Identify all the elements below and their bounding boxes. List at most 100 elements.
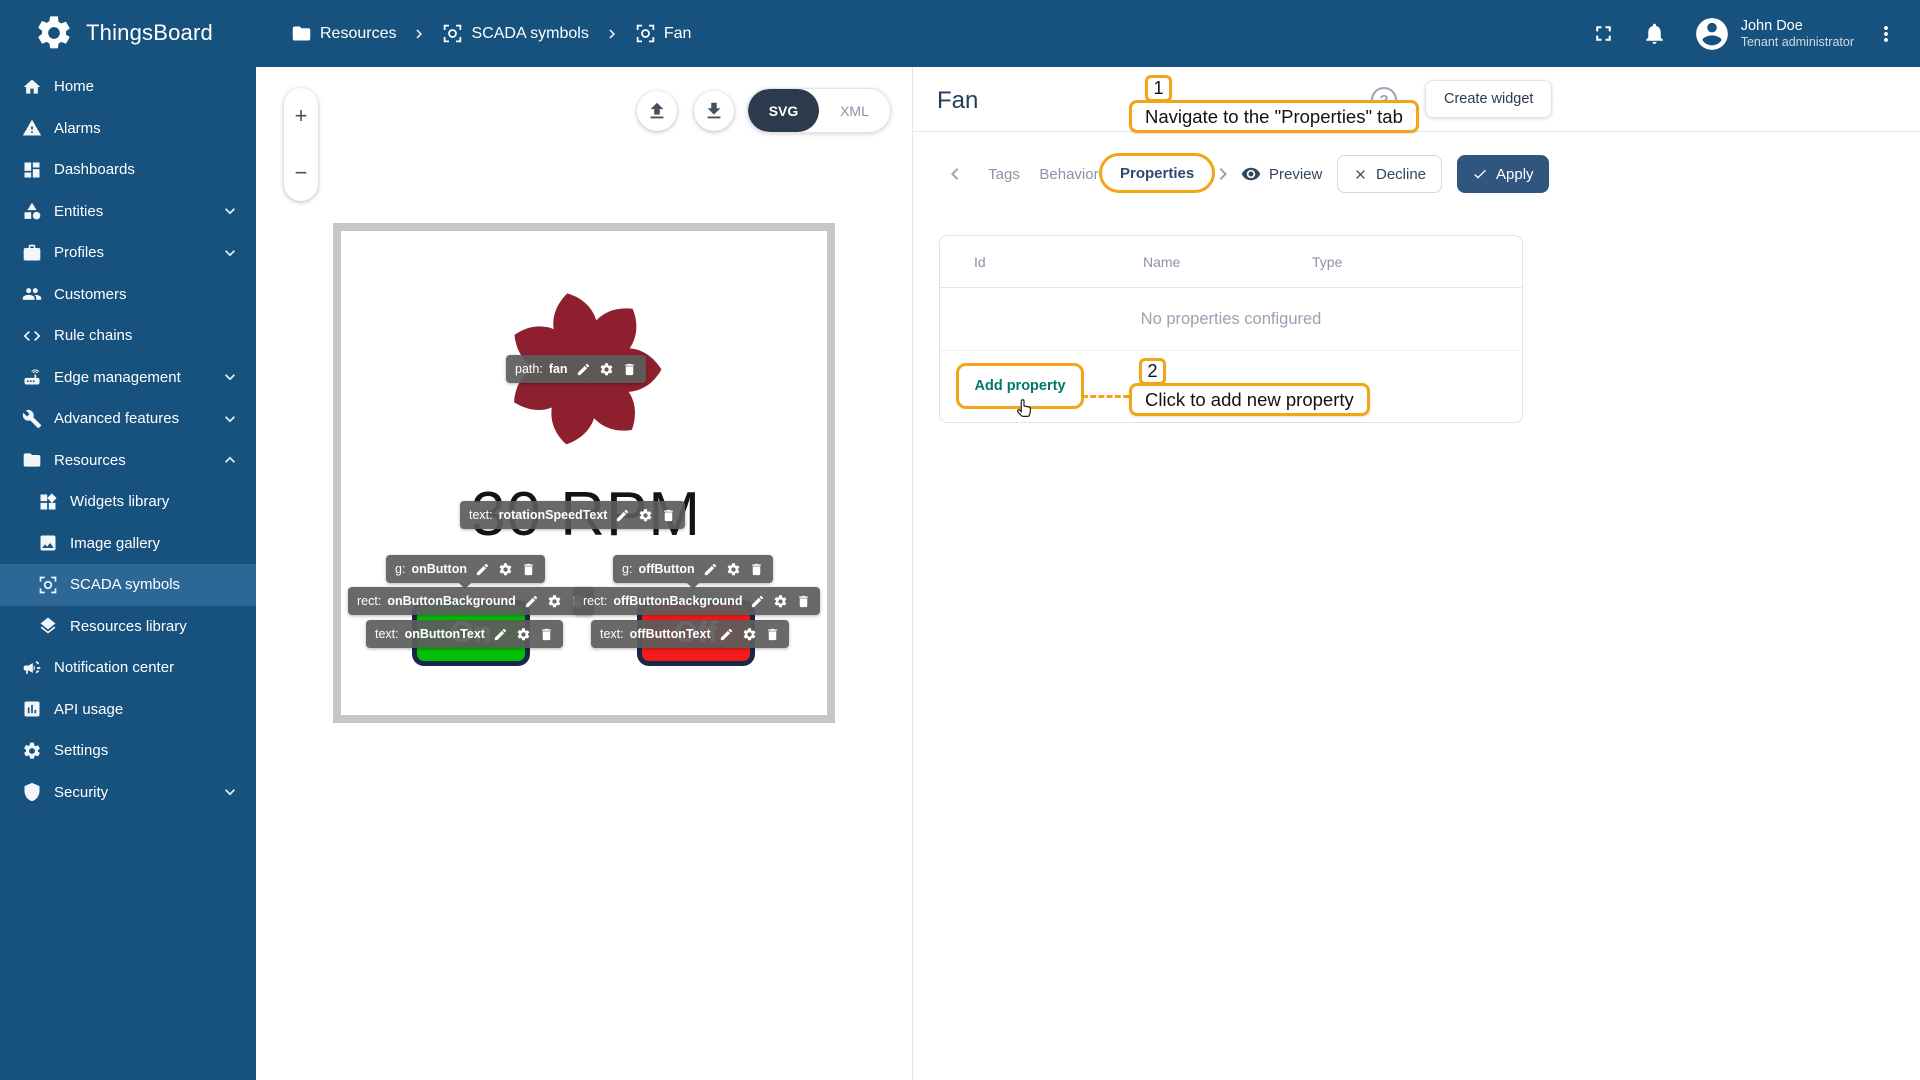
tag-name-label: offButtonText: [630, 627, 711, 641]
app-name: ThingsBoard: [86, 20, 213, 46]
tag-type-label: g:: [622, 562, 632, 576]
sidebar-item-widgets-library[interactable]: Widgets library: [0, 481, 256, 523]
page-title: Fan: [937, 87, 978, 115]
preview-button[interactable]: Preview: [1241, 155, 1322, 193]
notifications-bell-icon[interactable]: [1642, 21, 1667, 46]
decline-button[interactable]: Decline: [1337, 155, 1442, 193]
sidebar-item-customers[interactable]: Customers: [0, 274, 256, 316]
sidebar-item-settings[interactable]: Settings: [0, 730, 256, 772]
avatar[interactable]: [1693, 15, 1731, 53]
library-icon: [38, 616, 58, 636]
sidebar-item-image-gallery[interactable]: Image gallery: [0, 523, 256, 565]
tag-off-button-text: text:offButtonText: [591, 620, 789, 648]
resources-folder-icon: [22, 450, 42, 470]
edit-icon[interactable]: [475, 562, 490, 577]
apply-button[interactable]: Apply: [1457, 155, 1549, 193]
sidebar-item-api-usage[interactable]: API usage: [0, 689, 256, 731]
sidebar-item-alarms[interactable]: Alarms: [0, 108, 256, 150]
sidebar-item-scada-symbols[interactable]: SCADA symbols: [0, 564, 256, 606]
column-header-type: Type: [1312, 236, 1342, 288]
sidebar-item-entities[interactable]: Entities: [0, 191, 256, 233]
sidebar-item-notification-center[interactable]: Notification center: [0, 647, 256, 689]
settings-icon[interactable]: [498, 562, 513, 577]
create-widget-button[interactable]: Create widget: [1425, 80, 1552, 118]
delete-icon[interactable]: [521, 562, 536, 577]
sidebar-item-label: Security: [54, 784, 108, 801]
tag-on-button-group: g:onButton: [386, 555, 545, 583]
delete-icon[interactable]: [622, 362, 637, 377]
tabs-scroll-left-icon[interactable]: [943, 162, 967, 186]
thingsboard-logo-icon: [34, 13, 74, 53]
fullscreen-icon[interactable]: [1591, 21, 1616, 46]
tag-on-button-background: rect:onButtonBackground: [348, 587, 594, 615]
svg-toggle-button[interactable]: SVG: [748, 89, 819, 132]
tag-off-button-group: g: offButton: [613, 555, 773, 583]
eye-icon: [1241, 164, 1261, 184]
delete-icon[interactable]: [661, 508, 676, 523]
settings-icon[interactable]: [599, 362, 614, 377]
security-icon: [22, 782, 42, 802]
edit-icon[interactable]: [524, 594, 539, 609]
app-logo[interactable]: ThingsBoard: [0, 0, 256, 66]
sidebar-item-security[interactable]: Security: [0, 772, 256, 814]
add-property-button[interactable]: Add property: [974, 378, 1065, 394]
tag-type-label: text:: [375, 627, 399, 641]
zoom-out-button[interactable]: −: [295, 162, 308, 184]
tab-behavior[interactable]: Behavior: [1031, 155, 1107, 193]
user-block[interactable]: John Doe Tenant administrator: [1741, 17, 1854, 51]
edit-icon[interactable]: [750, 594, 765, 609]
delete-icon[interactable]: [539, 627, 554, 642]
upload-button[interactable]: [637, 91, 677, 131]
sidebar: ThingsBoard Home Alarms Dashboards Entit…: [0, 0, 256, 1080]
tag-type-label: rect:: [583, 594, 607, 608]
delete-icon[interactable]: [796, 594, 811, 609]
scada-icon: [38, 575, 58, 595]
xml-toggle-button[interactable]: XML: [819, 89, 890, 132]
dashboards-icon: [22, 160, 42, 180]
tag-type-label: text:: [469, 508, 493, 522]
breadcrumb-scada-symbols[interactable]: SCADA symbols: [471, 25, 588, 43]
edit-icon[interactable]: [615, 508, 630, 523]
chevron-down-icon: [220, 409, 240, 429]
sidebar-item-label: Widgets library: [70, 493, 169, 510]
column-header-id: Id: [974, 236, 986, 288]
settings-icon[interactable]: [516, 627, 531, 642]
sidebar-item-advanced-features[interactable]: Advanced features: [0, 398, 256, 440]
sidebar-item-edge-management[interactable]: Edge management: [0, 357, 256, 399]
empty-state-text: No properties configured: [940, 288, 1522, 351]
preview-label: Preview: [1269, 166, 1322, 183]
tab-properties[interactable]: Properties: [1099, 153, 1215, 193]
delete-icon[interactable]: [749, 562, 764, 577]
sidebar-item-profiles[interactable]: Profiles: [0, 232, 256, 274]
tab-tags[interactable]: Tags: [975, 155, 1033, 193]
settings-icon[interactable]: [638, 508, 653, 523]
sidebar-item-home[interactable]: Home: [0, 66, 256, 108]
tag-rotation-speed-text: text:rotationSpeedText: [460, 501, 685, 529]
sidebar-item-resources[interactable]: Resources: [0, 440, 256, 482]
settings-icon[interactable]: [726, 562, 741, 577]
settings-icon[interactable]: [547, 594, 562, 609]
edit-icon[interactable]: [719, 627, 734, 642]
sidebar-item-dashboards[interactable]: Dashboards: [0, 149, 256, 191]
edge-icon: [22, 367, 42, 387]
settings-icon: [22, 741, 42, 761]
tag-type-label: path:: [515, 362, 543, 376]
folder-icon: [291, 23, 312, 44]
rule-chains-icon: [22, 326, 42, 346]
sidebar-nav: Home Alarms Dashboards Entities Profiles…: [0, 66, 256, 813]
breadcrumb-resources[interactable]: Resources: [320, 25, 396, 43]
kebab-menu-icon[interactable]: [1874, 22, 1898, 46]
download-button[interactable]: [694, 91, 734, 131]
tag-name-label: offButton: [638, 562, 694, 576]
settings-icon[interactable]: [773, 594, 788, 609]
sidebar-item-rule-chains[interactable]: Rule chains: [0, 315, 256, 357]
edit-icon[interactable]: [576, 362, 591, 377]
edit-icon[interactable]: [493, 627, 508, 642]
zoom-in-button[interactable]: +: [295, 105, 308, 127]
sidebar-item-resources-library[interactable]: Resources library: [0, 606, 256, 648]
delete-icon[interactable]: [765, 627, 780, 642]
edit-icon[interactable]: [703, 562, 718, 577]
annotation-text-1: Navigate to the "Properties" tab: [1129, 100, 1419, 133]
settings-icon[interactable]: [742, 627, 757, 642]
tabs-scroll-right-icon[interactable]: [1211, 162, 1235, 186]
